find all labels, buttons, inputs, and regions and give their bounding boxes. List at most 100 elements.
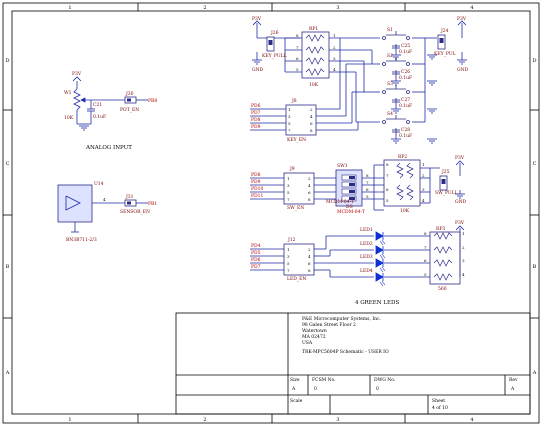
cap-c25-value: 0.1uF: [399, 49, 412, 55]
cap-c21-value: 0.1uF: [93, 114, 106, 120]
power-label-keys-left: P3V: [252, 16, 262, 22]
sensor-u14: [57, 184, 93, 223]
pot-ref: W1: [64, 90, 72, 96]
led-block: 1 3 5 7 2 4 6 8 8 7 6 5 1 2 3 4 J12 LED_…: [250, 220, 465, 306]
rp2-ref: RP2: [398, 154, 407, 160]
gnd-label-keys-right: GND: [457, 67, 469, 73]
j9-pin-1: 1: [287, 176, 290, 181]
sw1-pin-7: 7: [366, 180, 369, 185]
j12-pin-4: 4: [308, 254, 311, 259]
net-label-led-3: PD6: [251, 257, 261, 263]
fcsm-value: 0: [314, 386, 317, 392]
jumper-j24-ref: J24: [440, 28, 449, 34]
row-label-right-c: C: [533, 161, 537, 167]
jumper-j31-label: SENSOR_EN: [120, 209, 150, 215]
rp3-pin-8: 8: [424, 231, 427, 236]
net-label-pot: PB8: [148, 98, 157, 104]
rp2-pin-6: 6: [386, 187, 389, 192]
sensor-part: BN3B711-2/3: [66, 237, 97, 243]
j8-pin-2: 2: [310, 107, 313, 112]
sw-block: 1 3 5 7 2 4 6 8 8 7 6 5 8 7 6 5 1 2 3 4 …: [250, 154, 467, 215]
jumper-j30-ref: J30: [125, 91, 134, 97]
switch-s1-ref: S1: [387, 27, 393, 33]
power-label-pot: P3V: [72, 71, 82, 77]
j12-pin-5: 5: [287, 261, 290, 266]
j12-pin-3: 3: [287, 254, 290, 259]
j8-pin-1: 1: [288, 107, 291, 112]
net-label-key-2: PD7: [251, 110, 261, 116]
gnd-label-sw: GND: [455, 199, 467, 205]
net-label-sw-4: PD11: [251, 193, 263, 199]
rp2-pin-7: 7: [386, 173, 389, 178]
net-label-key-4: PD9: [251, 124, 261, 130]
header-j9-label: SW_EN: [287, 205, 304, 211]
j9-pin-2: 2: [308, 176, 311, 181]
title-block: [175, 312, 531, 415]
cap-c21-ref: C21: [93, 102, 102, 108]
power-label-keys-right: P3V: [457, 16, 467, 22]
j12-pin-6: 6: [308, 261, 311, 266]
company-addr-3: MA 02472: [302, 334, 326, 340]
net-label-sw-1: PD8: [251, 172, 261, 178]
led2-ref: LED2: [360, 241, 373, 247]
col-label-top-1: 1: [68, 5, 71, 11]
rp3-pin-5: 5: [424, 272, 427, 277]
sw1-pin-6: 6: [366, 187, 369, 192]
sheet-value: 4 of 10: [432, 405, 448, 411]
size-label: Size: [290, 377, 300, 383]
net-label-led-1: PD4: [251, 243, 261, 249]
rp2-value: 10K: [400, 208, 410, 214]
col-label-top-3: 3: [336, 5, 339, 11]
schematic-sheet: 1 2 3 4 1 2 3 4 D C B A D C B A 1 3 5 7 …: [2, 2, 540, 424]
rp3-pin-4: 4: [462, 272, 465, 277]
j9-pin-8: 8: [308, 197, 311, 202]
pot-value: 10K: [64, 115, 74, 121]
j8-pin-7: 7: [288, 128, 291, 133]
rp3-pin-7: 7: [424, 245, 427, 250]
net-label-led-4: PD7: [251, 264, 261, 270]
header-j8-label: KEY_EN: [287, 137, 306, 143]
company-addr-1: 98 Galen Street Floor 2: [302, 322, 356, 328]
j8-pin-5: 5: [288, 121, 291, 126]
rp2-pin-8: 8: [386, 162, 389, 167]
header-j12-ref: J12: [287, 237, 296, 243]
rp1-value: 10K: [309, 82, 319, 88]
rp2-pin-5: 5: [386, 198, 389, 203]
dwg-value: 0: [376, 386, 379, 392]
sensor-ref: U14: [94, 181, 104, 187]
row-label-right-a: A: [532, 370, 537, 376]
net-label-sensor: PB1: [148, 201, 157, 207]
col-label-bottom-3: 3: [336, 417, 339, 423]
col-label-bottom-4: 4: [470, 417, 473, 423]
rp3-ref: RP3: [436, 226, 445, 232]
j9-pin-6: 6: [308, 190, 311, 195]
company-name: P&E Microcomputer Systems, Inc.: [302, 316, 382, 322]
j8-pin-3: 3: [288, 114, 291, 119]
switch-s2-ref: S2: [387, 53, 393, 59]
j8-pin-8: 8: [310, 128, 313, 133]
rp1-pin-8: 8: [296, 33, 299, 38]
size-value: A: [291, 386, 296, 392]
net-label-sw-2: PD9: [251, 179, 261, 185]
jumper-j30-label: POT_EN: [120, 107, 139, 113]
jumper-j26-ref: J26: [270, 30, 279, 36]
rp3-pin-6: 6: [424, 258, 427, 263]
j12-pin-1: 1: [287, 247, 290, 252]
jumper-j25-label: SW_PULL: [435, 190, 458, 196]
j9-pin-5: 5: [287, 190, 290, 195]
rp3-value: 560: [438, 286, 447, 292]
net-label-sw-3: PD10: [251, 186, 263, 192]
j12-pin-8: 8: [308, 268, 311, 273]
rev-value: A: [510, 386, 515, 392]
resistor-pack-rp1: [301, 31, 330, 79]
jumper-j31-ref: J31: [125, 194, 134, 200]
dip-sw1-part-2: MCDM-04-T: [337, 209, 365, 215]
header-j8-ref: J8: [291, 98, 297, 104]
sw1-pin-5: 5: [366, 194, 369, 199]
pot-block: P3V W1 10K C21 0.1uF J30 POT_EN PB8 ANAL…: [64, 71, 157, 151]
row-label-left-c: C: [6, 161, 10, 167]
j8-pin-6: 6: [310, 121, 313, 126]
led3-ref: LED3: [360, 254, 373, 260]
power-label-sw: P3V: [455, 155, 465, 161]
header-j12-label: LED_EN: [287, 276, 306, 282]
